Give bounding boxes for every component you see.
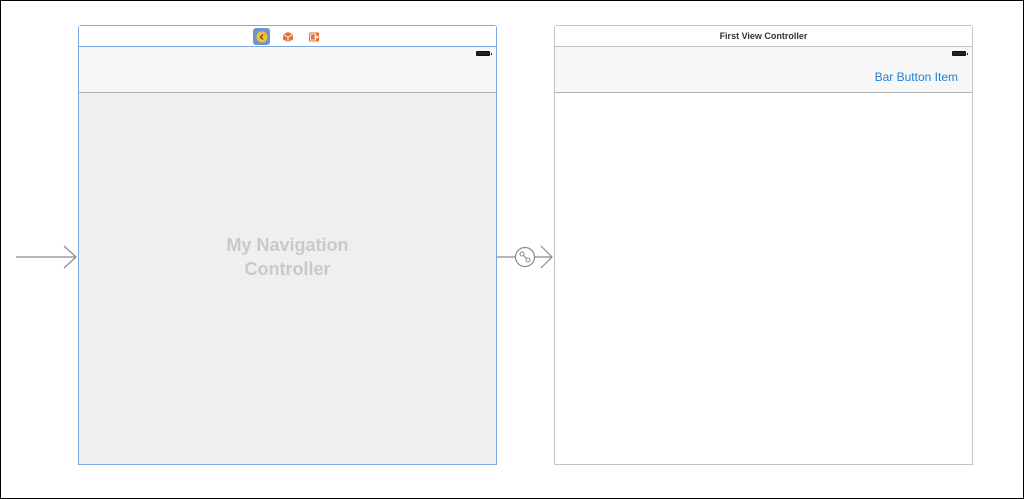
navigation-controller-placeholder-label: My Navigation Controller — [79, 233, 496, 281]
status-bar — [555, 47, 972, 60]
bar-button-item[interactable]: Bar Button Item — [875, 70, 958, 84]
status-bar — [79, 47, 496, 60]
placeholder-line-1: My Navigation — [226, 235, 349, 255]
exit-dock-item[interactable] — [305, 28, 322, 45]
first-responder-dock-item[interactable] — [279, 28, 296, 45]
navigation-controller-dock-item[interactable] — [253, 28, 270, 45]
cube-icon — [282, 31, 293, 42]
battery-icon — [476, 51, 492, 56]
battery-icon — [952, 51, 968, 56]
scene-dock — [79, 26, 496, 47]
scene-dock: First View Controller — [555, 26, 972, 47]
scene-dock-icons — [79, 28, 496, 45]
placeholder-line-2: Controller — [244, 259, 331, 279]
back-chevron-icon — [256, 31, 267, 42]
scene-title: First View Controller — [719, 31, 808, 41]
exit-icon — [308, 32, 319, 41]
first-view-controller-scene[interactable]: First View Controller Bar Button Item — [554, 25, 973, 465]
navigation-controller-scene[interactable]: My Navigation Controller — [78, 25, 497, 465]
